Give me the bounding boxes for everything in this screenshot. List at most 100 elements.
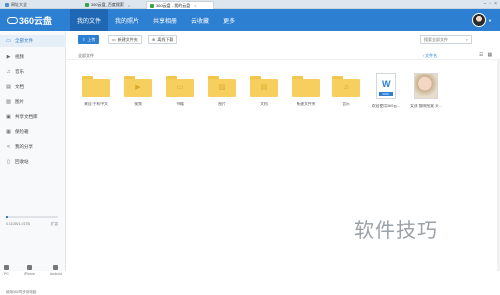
avatar[interactable] — [472, 13, 486, 27]
sidebar-item-label: 图片 — [15, 99, 24, 104]
file-name: 女孩 猫咪图案 头... — [410, 104, 442, 108]
sidebar-item-label: 保险箱 — [15, 129, 29, 134]
device-label: PC — [4, 272, 9, 276]
file-name: 文档 — [260, 102, 268, 106]
nav-my-files[interactable]: 我的文件 — [70, 9, 109, 31]
share-icon: < — [7, 143, 10, 150]
sync-link[interactable]: 使用360同步到电脑 — [6, 290, 36, 295]
view-toggle: ☰ ▦ — [479, 52, 492, 58]
window-controls: – ▫ × — [484, 1, 497, 7]
file-item[interactable]: ▨ 图片 — [202, 72, 242, 114]
shared-library-icon: ▣ — [6, 113, 11, 120]
app-header: 360云盘 我的文件 我的照片 共享相册 云收藏 更多 ▼ — [0, 9, 500, 31]
main-nav: 我的文件 我的照片 共享相册 云收藏 更多 — [70, 9, 242, 31]
image-icon: ▨ — [6, 98, 11, 105]
sidebar-item-label: 回收站 — [15, 159, 29, 164]
file-name: 书籍 — [176, 102, 184, 106]
sidebar-item-my-shares[interactable]: < 我的分享 — [0, 141, 66, 153]
logo[interactable]: 360云盘 — [7, 14, 52, 27]
file-item[interactable]: ♫ 音乐 — [326, 72, 366, 114]
expand-storage-link[interactable]: 扩容 — [51, 222, 58, 227]
device-label: Android — [49, 272, 62, 276]
sidebar-item-label: 文档 — [15, 84, 24, 89]
nav-shared-albums[interactable]: 共享相册 — [146, 9, 184, 31]
file-name: 视频 — [134, 102, 142, 106]
chevron-down-icon[interactable]: ▼ — [488, 18, 492, 23]
file-name: 欢迎使用360云... — [371, 104, 401, 108]
maximize-icon[interactable]: ▫ — [489, 1, 491, 7]
browser-tab-label: 360云盘 - 我的云盘 — [156, 2, 191, 8]
sidebar-item-trash[interactable]: ▯ 回收站 — [0, 156, 66, 168]
sidebar-item-images[interactable]: ▨ 图片 — [0, 96, 66, 108]
toolbar: ⇪ 上传 ▭ 新建文件夹 ⊕ 离线下载 ⌕ — [66, 31, 500, 47]
video-icon: ▶ — [6, 53, 11, 60]
logo-text: 360云盘 — [19, 16, 53, 26]
trash-icon: ▯ — [7, 158, 10, 165]
browser-tab[interactable]: 360云盘_百度搜索 × — [82, 1, 142, 9]
search-box: ⌕ — [420, 35, 472, 44]
browser-tab[interactable]: 网址大全 — [2, 1, 42, 9]
sidebar-item-label: 我的分享 — [15, 144, 33, 149]
new-folder-button[interactable]: ▭ 新建文件夹 — [108, 35, 142, 44]
books-folder-icon: ▭ — [166, 76, 194, 97]
file-name: 来自:手机中文 — [84, 102, 108, 106]
sidebar-item-all-files[interactable]: ▭ 全部文件 — [0, 35, 66, 47]
upload-icon: ⇪ — [82, 37, 86, 42]
sidebar: ▭ 全部文件 ▶ 视频 ♫ 音乐 ▤ 文档 ▨ 图片 ▣ 共享文档库 ▦ 保险箱… — [0, 31, 66, 294]
breadcrumb-bar: 全部文件 ↑ 文件名 ☰ ▦ — [66, 50, 500, 60]
sidebar-item-safe[interactable]: ▦ 保险箱 — [0, 126, 66, 138]
close-icon[interactable]: × — [128, 3, 130, 8]
breadcrumb[interactable]: 全部文件 — [78, 53, 94, 59]
storage-bar — [6, 216, 58, 218]
nav-cloud-favorites[interactable]: 云收藏 — [184, 9, 216, 31]
close-window-icon[interactable]: × — [494, 1, 497, 7]
new-folder-button-label: 新建文件夹 — [117, 36, 138, 42]
new-folder-icon: ▭ — [112, 37, 116, 42]
nav-my-photos[interactable]: 我的照片 — [108, 9, 146, 31]
storage-used-text: 0.11GB/1.01TB — [6, 222, 30, 226]
sidebar-item-shared-library[interactable]: ▣ 共享文档库 — [0, 111, 66, 123]
download-icon: ⊕ — [152, 37, 156, 42]
word-document-icon: W DOC — [376, 73, 396, 99]
file-item[interactable]: 来自:手机中文 — [76, 72, 116, 114]
favicon-icon — [150, 3, 154, 8]
file-item[interactable]: ▶ 视频 — [118, 72, 158, 114]
sort-button[interactable]: ↑ 文件名 — [422, 53, 437, 59]
windows-icon — [4, 265, 9, 270]
file-item[interactable]: 女孩 猫咪图案 头... — [406, 72, 446, 114]
file-item[interactable]: 新建文件夹 — [286, 72, 326, 114]
watermark: 软件技巧 — [354, 218, 438, 242]
sidebar-item-music[interactable]: ♫ 音乐 — [0, 66, 66, 78]
list-view-icon[interactable]: ☰ — [479, 52, 483, 58]
sort-label: 文件名 — [425, 53, 438, 58]
file-item[interactable]: ▭ 书籍 — [160, 72, 200, 114]
file-name: 音乐 — [342, 102, 350, 106]
cloud-icon — [7, 17, 18, 24]
file-name: 新建文件夹 — [296, 102, 316, 106]
minimize-icon[interactable]: – — [484, 1, 487, 7]
browser-tab-label: 360云盘_百度搜索 — [91, 2, 124, 7]
close-icon[interactable]: × — [194, 3, 196, 8]
file-item[interactable]: W DOC 欢迎使用360云... — [366, 72, 406, 114]
search-icon[interactable]: ⌕ — [466, 37, 468, 42]
offline-download-button-label: 离线下载 — [157, 36, 174, 42]
sidebar-item-video[interactable]: ▶ 视频 — [0, 51, 66, 63]
sidebar-item-label: 视频 — [15, 54, 24, 59]
grid-view-icon[interactable]: ▦ — [487, 52, 492, 58]
storage-fill — [6, 216, 9, 218]
upload-button-label: 上传 — [87, 36, 96, 42]
folder-icon — [292, 76, 320, 97]
sidebar-item-documents[interactable]: ▤ 文档 — [0, 81, 66, 93]
browser-tab-active[interactable]: 360云盘 - 我的云盘 × — [146, 1, 214, 9]
sidebar-item-label: 共享文档库 — [15, 114, 38, 119]
images-folder-icon: ▨ — [208, 76, 236, 97]
documents-folder-icon: ▤ — [250, 76, 278, 97]
folder-icon: ▭ — [6, 37, 11, 44]
browser-tab-bar: 网址大全 360云盘_百度搜索 × 360云盘 - 我的云盘 × – ▫ × — [0, 0, 500, 9]
upload-button[interactable]: ⇪ 上传 — [78, 35, 100, 44]
search-input[interactable] — [424, 37, 464, 42]
android-icon — [53, 265, 59, 270]
offline-download-button[interactable]: ⊕ 离线下载 — [148, 35, 178, 44]
file-item[interactable]: ▤ 文档 — [244, 72, 284, 114]
nav-more[interactable]: 更多 — [216, 9, 242, 31]
